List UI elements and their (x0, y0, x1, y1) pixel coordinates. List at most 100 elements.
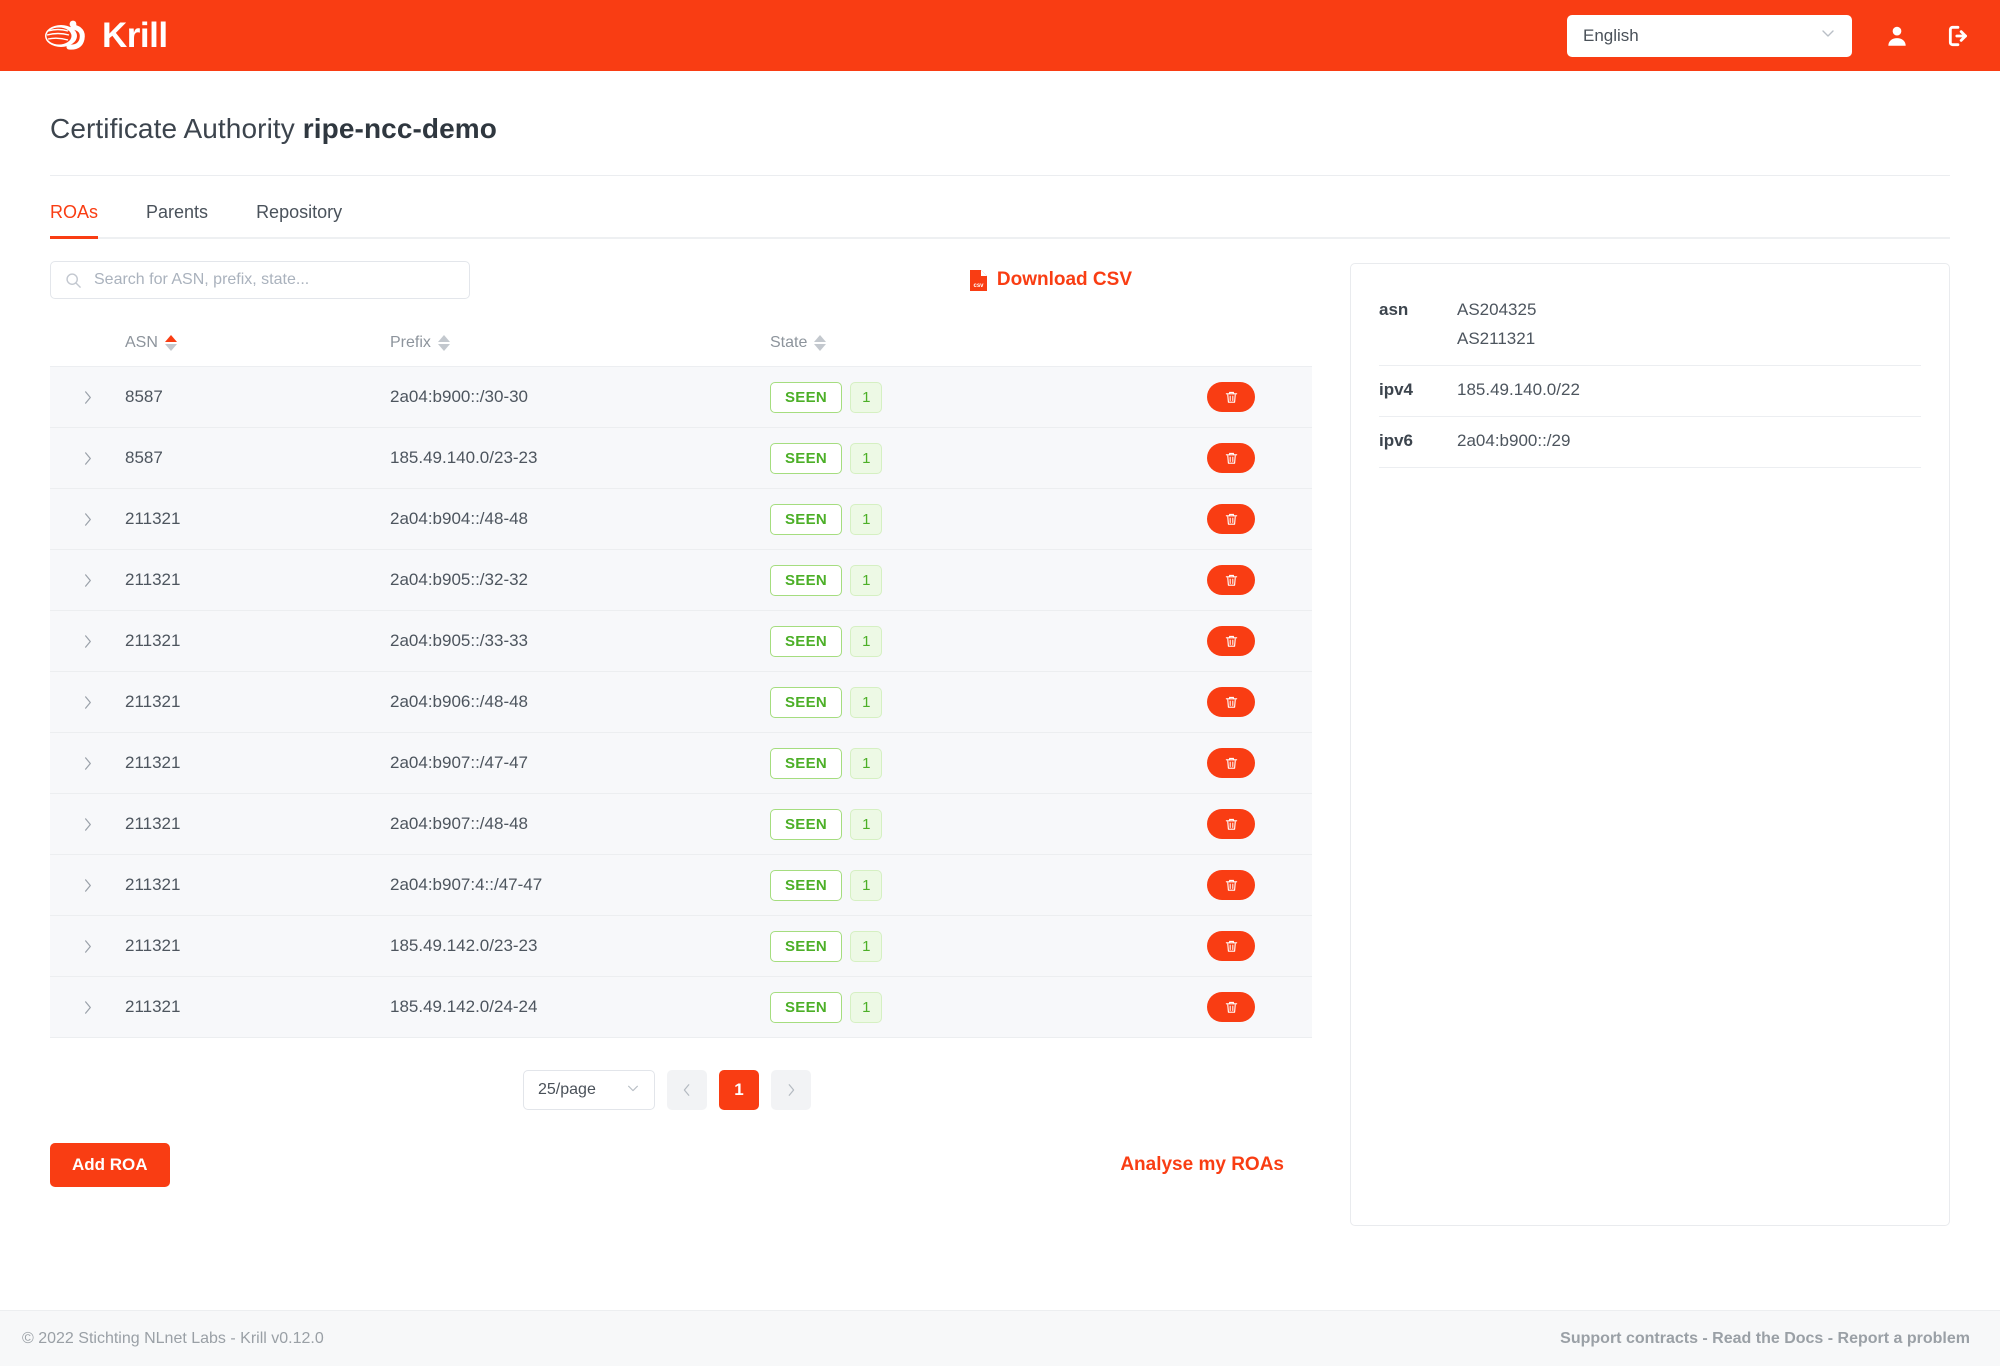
cell-state: SEEN 1 (770, 991, 1150, 1023)
cell-asn: 211321 (125, 997, 181, 1016)
delete-roa-button[interactable] (1207, 992, 1255, 1022)
page-title-prefix: Certificate Authority (50, 113, 303, 144)
cell-state: SEEN 1 (770, 442, 1150, 474)
cell-asn: 211321 (125, 692, 181, 711)
delete-roa-button[interactable] (1207, 504, 1255, 534)
add-roa-button[interactable]: Add ROA (50, 1143, 170, 1187)
tab-repository[interactable]: Repository (256, 194, 342, 237)
cell-actions (1150, 931, 1312, 961)
row-expand-button[interactable] (50, 695, 125, 710)
column-header-asn[interactable]: ASN (125, 334, 390, 352)
cell-actions (1150, 809, 1312, 839)
resource-key: asn (1379, 300, 1409, 319)
status-badge: SEEN (770, 381, 843, 413)
sort-prefix-icon[interactable] (437, 334, 450, 351)
cell-actions (1150, 626, 1312, 656)
column-header-prefix[interactable]: Prefix (390, 334, 770, 352)
column-header-state[interactable]: State (770, 334, 1150, 352)
table-row[interactable]: 211321 2a04:b904::/48-48 SEEN 1 (50, 489, 1312, 550)
table-row[interactable]: 211321 2a04:b905::/32-32 SEEN 1 (50, 550, 1312, 611)
cell-actions (1150, 382, 1312, 412)
table-row[interactable]: 211321 2a04:b905::/33-33 SEEN 1 (50, 611, 1312, 672)
svg-text:csv: csv (973, 283, 984, 289)
announcement-count-badge: 1 (850, 808, 883, 840)
status-badge: SEEN (770, 991, 843, 1023)
account-button[interactable] (1880, 19, 1914, 53)
per-page-select[interactable]: 25/page (523, 1070, 655, 1110)
status-badge: SEEN (770, 625, 843, 657)
cell-prefix: 185.49.140.0/23-23 (390, 448, 538, 467)
tab-roas[interactable]: ROAs (50, 194, 99, 239)
pagination-prev-button[interactable] (667, 1070, 707, 1110)
announcement-count-badge: 1 (850, 686, 883, 718)
announcement-count-badge: 1 (850, 625, 883, 657)
table-row[interactable]: 8587 2a04:b900::/30-30 SEEN 1 (50, 367, 1312, 428)
row-expand-button[interactable] (50, 634, 125, 649)
footer: © 2022 Stichting NLnet Labs - Krill v0.1… (0, 1310, 2000, 1366)
announcement-count-badge: 1 (850, 442, 883, 474)
row-expand-button[interactable] (50, 573, 125, 588)
delete-roa-button[interactable] (1207, 931, 1255, 961)
row-expand-button[interactable] (50, 939, 125, 954)
table-row[interactable]: 211321 185.49.142.0/24-24 SEEN 1 (50, 977, 1312, 1038)
sort-asn-icon[interactable] (164, 334, 177, 351)
logout-button[interactable] (1942, 19, 1976, 53)
resource-key: ipv6 (1379, 431, 1414, 450)
delete-roa-button[interactable] (1207, 687, 1255, 717)
table-row[interactable]: 211321 2a04:b907::/48-48 SEEN 1 (50, 794, 1312, 855)
tab-parents[interactable]: Parents (146, 194, 208, 237)
delete-roa-button[interactable] (1207, 748, 1255, 778)
table-row[interactable]: 8587 185.49.140.0/23-23 SEEN 1 (50, 428, 1312, 489)
trash-icon (1225, 391, 1237, 403)
row-expand-button[interactable] (50, 756, 125, 771)
table-row[interactable]: 211321 2a04:b906::/48-48 SEEN 1 (50, 672, 1312, 733)
cell-actions (1150, 687, 1312, 717)
language-select[interactable]: English (1567, 14, 1852, 57)
table-row[interactable]: 211321 2a04:b907::/47-47 SEEN 1 (50, 733, 1312, 794)
analyse-my-roas-link[interactable]: Analyse my ROAs (1120, 1154, 1284, 1176)
delete-roa-button[interactable] (1207, 870, 1255, 900)
announcement-count-badge: 1 (850, 564, 883, 596)
chevron-right-icon (85, 573, 91, 587)
download-csv-button[interactable]: csv Download CSV (969, 269, 1132, 292)
row-expand-button[interactable] (50, 1000, 125, 1015)
cell-state: SEEN 1 (770, 381, 1150, 413)
delete-roa-button[interactable] (1207, 443, 1255, 473)
announcement-count-badge: 1 (850, 991, 883, 1023)
row-expand-button[interactable] (50, 390, 125, 405)
cell-state: SEEN 1 (770, 625, 1150, 657)
pagination-next-button[interactable] (771, 1070, 811, 1110)
trash-icon (1225, 513, 1237, 525)
cell-prefix: 2a04:b905::/33-33 (390, 631, 529, 650)
pagination-page-1-button[interactable]: 1 (719, 1070, 759, 1110)
row-expand-button[interactable] (50, 451, 125, 466)
trash-icon (1225, 574, 1237, 586)
chevron-down-icon (1820, 25, 1836, 46)
status-badge: SEEN (770, 808, 843, 840)
table-row[interactable]: 211321 185.49.142.0/23-23 SEEN 1 (50, 916, 1312, 977)
delete-roa-button[interactable] (1207, 626, 1255, 656)
delete-roa-button[interactable] (1207, 382, 1255, 412)
brand[interactable]: Krill (40, 18, 168, 53)
trash-icon (1225, 940, 1237, 952)
delete-roa-button[interactable] (1207, 809, 1255, 839)
roas-section: csv Download CSV ASN Prefix State (50, 239, 1312, 1226)
chevron-right-icon (85, 390, 91, 404)
status-badge: SEEN (770, 442, 843, 474)
chevron-right-icon (788, 1084, 795, 1096)
search-input[interactable] (92, 270, 455, 290)
delete-roa-button[interactable] (1207, 565, 1255, 595)
footer-links[interactable]: Support contracts - Read the Docs - Repo… (1560, 1330, 1970, 1348)
krill-shrimp-logo-icon (45, 20, 85, 50)
search-box[interactable] (50, 261, 470, 299)
cell-actions (1150, 748, 1312, 778)
resource-row: ipv6 2a04:b900::/29 (1379, 417, 1921, 468)
sort-state-icon[interactable] (814, 334, 827, 351)
chevron-right-icon (85, 634, 91, 648)
cell-state: SEEN 1 (770, 930, 1150, 962)
row-expand-button[interactable] (50, 878, 125, 893)
row-expand-button[interactable] (50, 817, 125, 832)
table-row[interactable]: 211321 2a04:b907:4::/47-47 SEEN 1 (50, 855, 1312, 916)
cell-asn: 8587 (125, 448, 163, 467)
row-expand-button[interactable] (50, 512, 125, 527)
